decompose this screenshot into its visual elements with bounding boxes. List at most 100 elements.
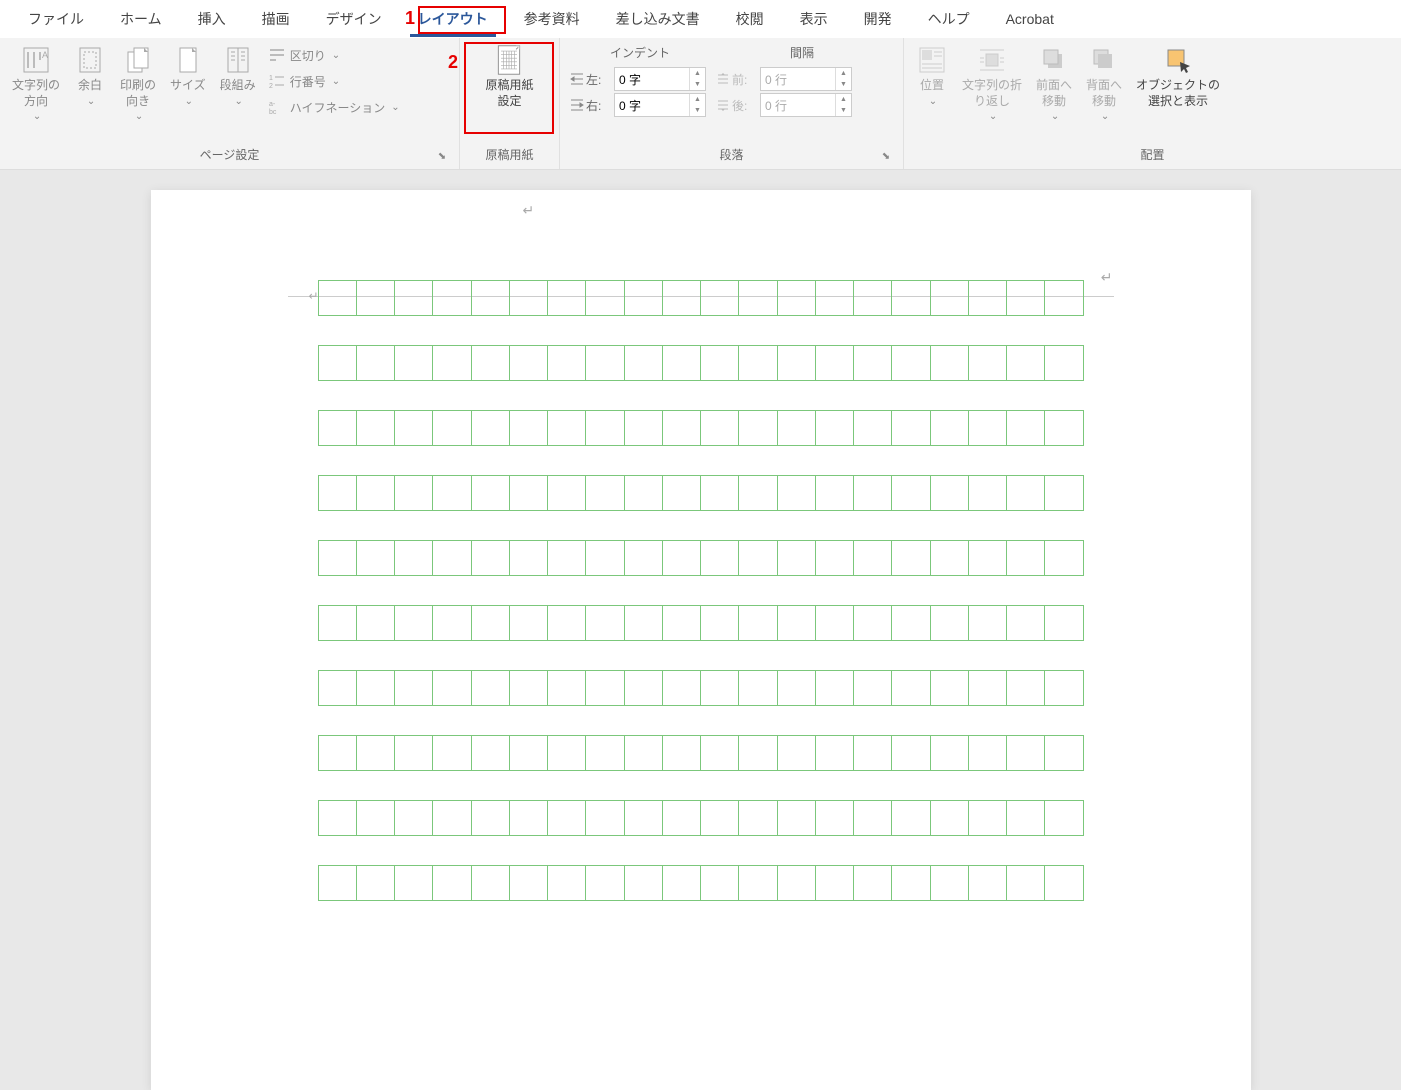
genkou-cell: [472, 671, 510, 705]
genkou-cell: [931, 736, 969, 770]
genkou-cell: [969, 866, 1007, 900]
tab-mailings[interactable]: 差し込み文書: [598, 1, 718, 37]
arrange-group-label: 配置: [910, 142, 1395, 169]
genkou-cell: [586, 476, 624, 510]
spinner[interactable]: ▲▼: [689, 94, 705, 116]
genkou-cell: [701, 866, 739, 900]
tab-home[interactable]: ホーム: [102, 1, 180, 37]
tab-developer[interactable]: 開発: [846, 1, 910, 37]
tab-references[interactable]: 参考資料: [506, 1, 598, 37]
genkou-cell: [931, 281, 969, 315]
genkou-cell: [1007, 281, 1045, 315]
tab-acrobat[interactable]: Acrobat: [988, 3, 1072, 35]
genkou-cell: [931, 866, 969, 900]
text-direction-button[interactable]: A 文字列の 方向 ⌄: [6, 40, 66, 126]
genkou-cell: [357, 671, 395, 705]
genkou-cell: [548, 606, 586, 640]
genkou-cell: [816, 411, 854, 445]
genkou-cell: [395, 606, 433, 640]
breaks-icon: [268, 46, 286, 64]
genkou-cell: [778, 281, 816, 315]
genkou-cell: [1007, 606, 1045, 640]
columns-button[interactable]: 段組み ⌄: [214, 40, 262, 111]
spacing-after-input[interactable]: 0 行 ▲▼: [760, 93, 852, 117]
group-paragraph: インデント 間隔 左: 0 字 ▲▼ 前:: [560, 38, 904, 169]
genkou-cell: [395, 541, 433, 575]
send-backward-button[interactable]: 背面へ 移動 ⌄: [1080, 40, 1128, 126]
genkou-cell: [854, 541, 892, 575]
tab-help[interactable]: ヘルプ: [910, 1, 988, 37]
genkou-cell: [1045, 736, 1082, 770]
genkou-cell: [892, 476, 930, 510]
genkou-cell: [586, 346, 624, 380]
genkou-cell: [739, 411, 777, 445]
tab-file[interactable]: ファイル: [10, 1, 102, 37]
spacing-after-label: 後:: [716, 97, 758, 114]
tab-insert[interactable]: 挿入: [180, 1, 244, 37]
genkou-cell: [816, 606, 854, 640]
text-direction-icon: A: [20, 44, 52, 76]
page-setup-group-label: ページ設定 ⬊: [6, 142, 453, 169]
genkou-cell: [854, 736, 892, 770]
size-button[interactable]: サイズ ⌄: [164, 40, 212, 111]
indent-left-input[interactable]: 0 字 ▲▼: [614, 67, 706, 91]
orientation-button[interactable]: 印刷の 向き ⌄: [114, 40, 162, 126]
genkou-cell: [472, 476, 510, 510]
bring-forward-button[interactable]: 前面へ 移動 ⌄: [1030, 40, 1078, 126]
wrap-text-button[interactable]: 文字列の折 り返し ⌄: [956, 40, 1028, 126]
genkou-cell: [625, 541, 663, 575]
margins-button[interactable]: 余白 ⌄: [68, 40, 112, 111]
tab-view[interactable]: 表示: [782, 1, 846, 37]
spacing-before-input[interactable]: 0 行 ▲▼: [760, 67, 852, 91]
text-direction-label: 文字列の 方向: [12, 78, 60, 109]
spinner[interactable]: ▲▼: [689, 68, 705, 90]
line-numbers-button[interactable]: 12 行番号 ⌄: [266, 70, 402, 92]
genkou-cell: [663, 736, 701, 770]
genkou-cell: [395, 281, 433, 315]
genkou-cell: [969, 476, 1007, 510]
group-page-setup: A 文字列の 方向 ⌄ 余白 ⌄ 印刷の 向き ⌄: [0, 38, 460, 169]
page[interactable]: ↵ ↵: [151, 190, 1251, 1090]
genkou-cell: [701, 671, 739, 705]
margins-label: 余白: [78, 78, 102, 94]
spinner[interactable]: ▲▼: [835, 68, 851, 90]
genkou-cell: [357, 606, 395, 640]
svg-text:1: 1: [269, 75, 273, 82]
wrap-text-label: 文字列の折 り返し: [962, 78, 1022, 109]
genkou-cell: [854, 801, 892, 835]
genkou-cell: [548, 736, 586, 770]
genkou-cell: [701, 606, 739, 640]
genkou-cell: [548, 346, 586, 380]
genkou-cell: [510, 281, 548, 315]
ribbon-tabs: ファイル ホーム 挿入 描画 デザイン 1 レイアウト 参考資料 差し込み文書 …: [0, 0, 1401, 38]
chevron-down-icon: ⌄: [135, 111, 143, 122]
genkou-cell: [1045, 541, 1082, 575]
genkou-cell: [472, 866, 510, 900]
spinner[interactable]: ▲▼: [835, 94, 851, 116]
genkou-cell: [892, 801, 930, 835]
genkou-cell: [510, 476, 548, 510]
genkou-cell: [357, 411, 395, 445]
hyphenation-button[interactable]: a-bc ハイフネーション ⌄: [266, 96, 402, 118]
paragraph-launcher[interactable]: ⬊: [879, 151, 893, 165]
genkou-cell: [625, 671, 663, 705]
genkou-cell: [701, 346, 739, 380]
genkou-cell: [510, 606, 548, 640]
selection-pane-button[interactable]: オブジェクトの 選択と表示: [1130, 40, 1226, 113]
page-setup-launcher[interactable]: ⬊: [435, 151, 449, 165]
indent-right-input[interactable]: 0 字 ▲▼: [614, 93, 706, 117]
genkou-cell: [1045, 346, 1082, 380]
genkou-cell: [433, 541, 471, 575]
annotation-1: 1: [405, 8, 415, 29]
breaks-button[interactable]: 区切り ⌄: [266, 44, 402, 66]
genkou-cell: [854, 476, 892, 510]
chevron-down-icon: ⌄: [332, 50, 340, 61]
tab-design[interactable]: デザイン: [308, 1, 400, 37]
tab-draw[interactable]: 描画: [244, 1, 308, 37]
line-numbers-label: 行番号: [290, 73, 326, 90]
genkou-row: ↵: [318, 280, 1084, 316]
position-button[interactable]: 位置 ⌄: [910, 40, 954, 111]
tab-review[interactable]: 校閲: [718, 1, 782, 37]
paragraph-group-label: 段落 ⬊: [566, 142, 897, 169]
genkou-row: [318, 800, 1084, 836]
